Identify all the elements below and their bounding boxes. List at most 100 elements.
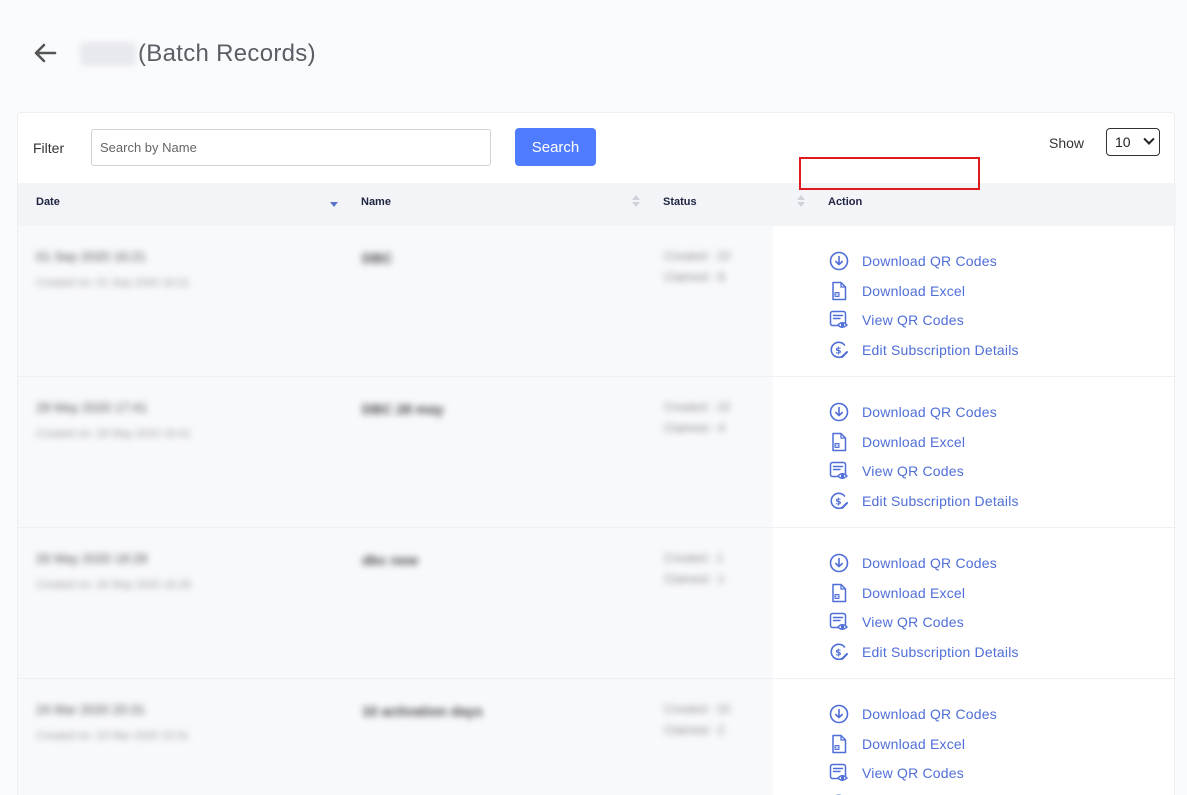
action-label: Download Excel (862, 584, 966, 601)
search-button[interactable]: Search (515, 128, 596, 166)
row-name: 10 activation days (362, 703, 483, 719)
action-label: View QR Codes (862, 614, 964, 631)
subscription-edit-icon: $ (828, 490, 850, 512)
action-label: Edit Subscription Details (862, 643, 1019, 660)
page-title: (Batch Records) (80, 38, 316, 70)
column-header-name[interactable]: Name (361, 196, 391, 208)
arrow-left-icon (34, 43, 57, 63)
action-download-qr-codes[interactable]: Download QR Codes (828, 246, 1019, 276)
action-download-excel[interactable]: Download Excel (828, 427, 1019, 457)
view-document-icon (828, 762, 850, 784)
action-download-excel[interactable]: Download Excel (828, 578, 1019, 608)
page-size-select[interactable]: 10 (1106, 128, 1160, 156)
back-button[interactable] (30, 38, 60, 68)
row-status-created: Created : 10 (664, 400, 731, 414)
action-label: Download QR Codes (862, 252, 997, 269)
action-view-qr-codes[interactable]: View QR Codes (828, 758, 1019, 788)
subscription-edit-icon: $ (828, 641, 850, 663)
row-status-claimed: Claimed : 2 (664, 723, 725, 737)
svg-text:$: $ (835, 648, 841, 658)
sort-desc-icon[interactable] (330, 195, 338, 209)
action-download-excel[interactable]: Download Excel (828, 729, 1019, 759)
row-name: DBC 28 may (362, 401, 444, 417)
excel-file-icon (828, 582, 850, 604)
page-header: (Batch Records) (0, 0, 1187, 100)
action-label: Download Excel (862, 735, 966, 752)
title-suffix: (Batch Records) (138, 40, 316, 67)
action-download-excel[interactable]: Download Excel (828, 276, 1019, 306)
chevron-down-icon (1143, 133, 1155, 145)
column-header-action: Action (828, 196, 863, 208)
action-label: Download Excel (862, 433, 966, 450)
row-actions: Download QR Codes Download Excel View QR C… (828, 397, 1019, 516)
highlight-box (799, 157, 980, 190)
row-actions: Download QR Codes Download Excel View QR C… (828, 246, 1019, 365)
action-label: Download QR Codes (862, 554, 997, 571)
action-view-qr-codes[interactable]: View QR Codes (828, 456, 1019, 486)
row-actions: Download QR Codes Download Excel View QR C… (828, 699, 1019, 795)
show-label: Show (1049, 135, 1085, 151)
row-date: 26 May 2020 18:28 (36, 551, 148, 566)
row-status-claimed: Claimed : 8 (664, 270, 725, 284)
excel-file-icon (828, 280, 850, 302)
view-document-icon (828, 309, 850, 331)
row-status-created: Created : 10 (664, 702, 731, 716)
action-label: Download QR Codes (862, 403, 997, 420)
row-created-on: Created on: 24 Mar 2020 15:31 (36, 730, 189, 742)
row-date: 24 Mar 2020 20:31 (36, 702, 146, 717)
svg-text:$: $ (835, 346, 841, 356)
view-document-icon (828, 460, 850, 482)
download-circle-icon (828, 401, 850, 423)
sort-icon[interactable] (632, 195, 640, 209)
svg-text:$: $ (835, 497, 841, 507)
row-actions: Download QR Codes Download Excel View QR C… (828, 548, 1019, 667)
row-created-on: Created on: 28 May 2020 16:41 (36, 428, 191, 440)
row-status-claimed: Claimed : 1 (664, 572, 725, 586)
table-header: Date Name Status Action (18, 183, 1176, 226)
row-created-on: Created on: 26 May 2020 16:28 (36, 579, 191, 591)
download-circle-icon (828, 250, 850, 272)
action-download-qr-codes[interactable]: Download QR Codes (828, 397, 1019, 427)
sort-icon[interactable] (797, 195, 805, 209)
row-date: 01 Sep 2020 16:21 (36, 249, 146, 264)
title-prefix-redacted (80, 42, 136, 66)
table-row: 01 Sep 2020 16:21 Created on: 01 Sep 2020… (18, 226, 1176, 377)
table-row: 28 May 2020 17:41 Created on: 28 May 2020… (18, 377, 1176, 528)
table-row: 24 Mar 2020 20:31 Created on: 24 Mar 2020… (18, 679, 1176, 795)
action-view-qr-codes[interactable]: View QR Codes (828, 305, 1019, 335)
action-download-qr-codes[interactable]: Download QR Codes (828, 699, 1019, 729)
action-edit-subscription-details[interactable]: $ Edit Subscription Details (828, 486, 1019, 516)
action-edit-subscription-details[interactable]: $Edit Subscription Details (828, 788, 1019, 795)
search-input[interactable] (91, 129, 491, 166)
download-circle-icon (828, 552, 850, 574)
subscription-edit-icon: $ (828, 339, 850, 361)
excel-file-icon (828, 733, 850, 755)
view-document-icon (828, 611, 850, 633)
action-label: Download Excel (862, 282, 966, 299)
row-status-created: Created : 1 (664, 551, 724, 565)
page-size-value: 10 (1115, 134, 1131, 150)
action-label: View QR Codes (862, 765, 964, 782)
action-label: Edit Subscription Details (862, 492, 1019, 509)
download-circle-icon (828, 703, 850, 725)
table-row: 26 May 2020 18:28 Created on: 26 May 2020… (18, 528, 1176, 679)
action-label: Download QR Codes (862, 705, 997, 722)
excel-file-icon (828, 431, 850, 453)
action-edit-subscription-details[interactable]: $ Edit Subscription Details (828, 637, 1019, 667)
row-status-claimed: Claimed : 4 (664, 421, 725, 435)
row-name: dbc new (362, 552, 419, 568)
batch-records-card: Filter Search Show 10 Date Name Status A… (17, 112, 1176, 795)
action-label: View QR Codes (862, 463, 964, 480)
row-status-created: Created : 10 (664, 249, 731, 263)
action-label: View QR Codes (862, 312, 964, 329)
column-header-date[interactable]: Date (36, 196, 60, 208)
action-view-qr-codes[interactable]: View QR Codes (828, 607, 1019, 637)
column-header-status[interactable]: Status (663, 196, 697, 208)
row-date: 28 May 2020 17:41 (36, 400, 148, 415)
action-edit-subscription-details[interactable]: $ Edit Subscription Details (828, 335, 1019, 365)
action-download-qr-codes[interactable]: Download QR Codes (828, 548, 1019, 578)
filter-bar: Filter Search Show 10 (18, 113, 1176, 183)
action-label: Edit Subscription Details (862, 341, 1019, 358)
row-created-on: Created on: 01 Sep 2020 16:21 (36, 277, 190, 289)
filter-label: Filter (33, 140, 65, 156)
